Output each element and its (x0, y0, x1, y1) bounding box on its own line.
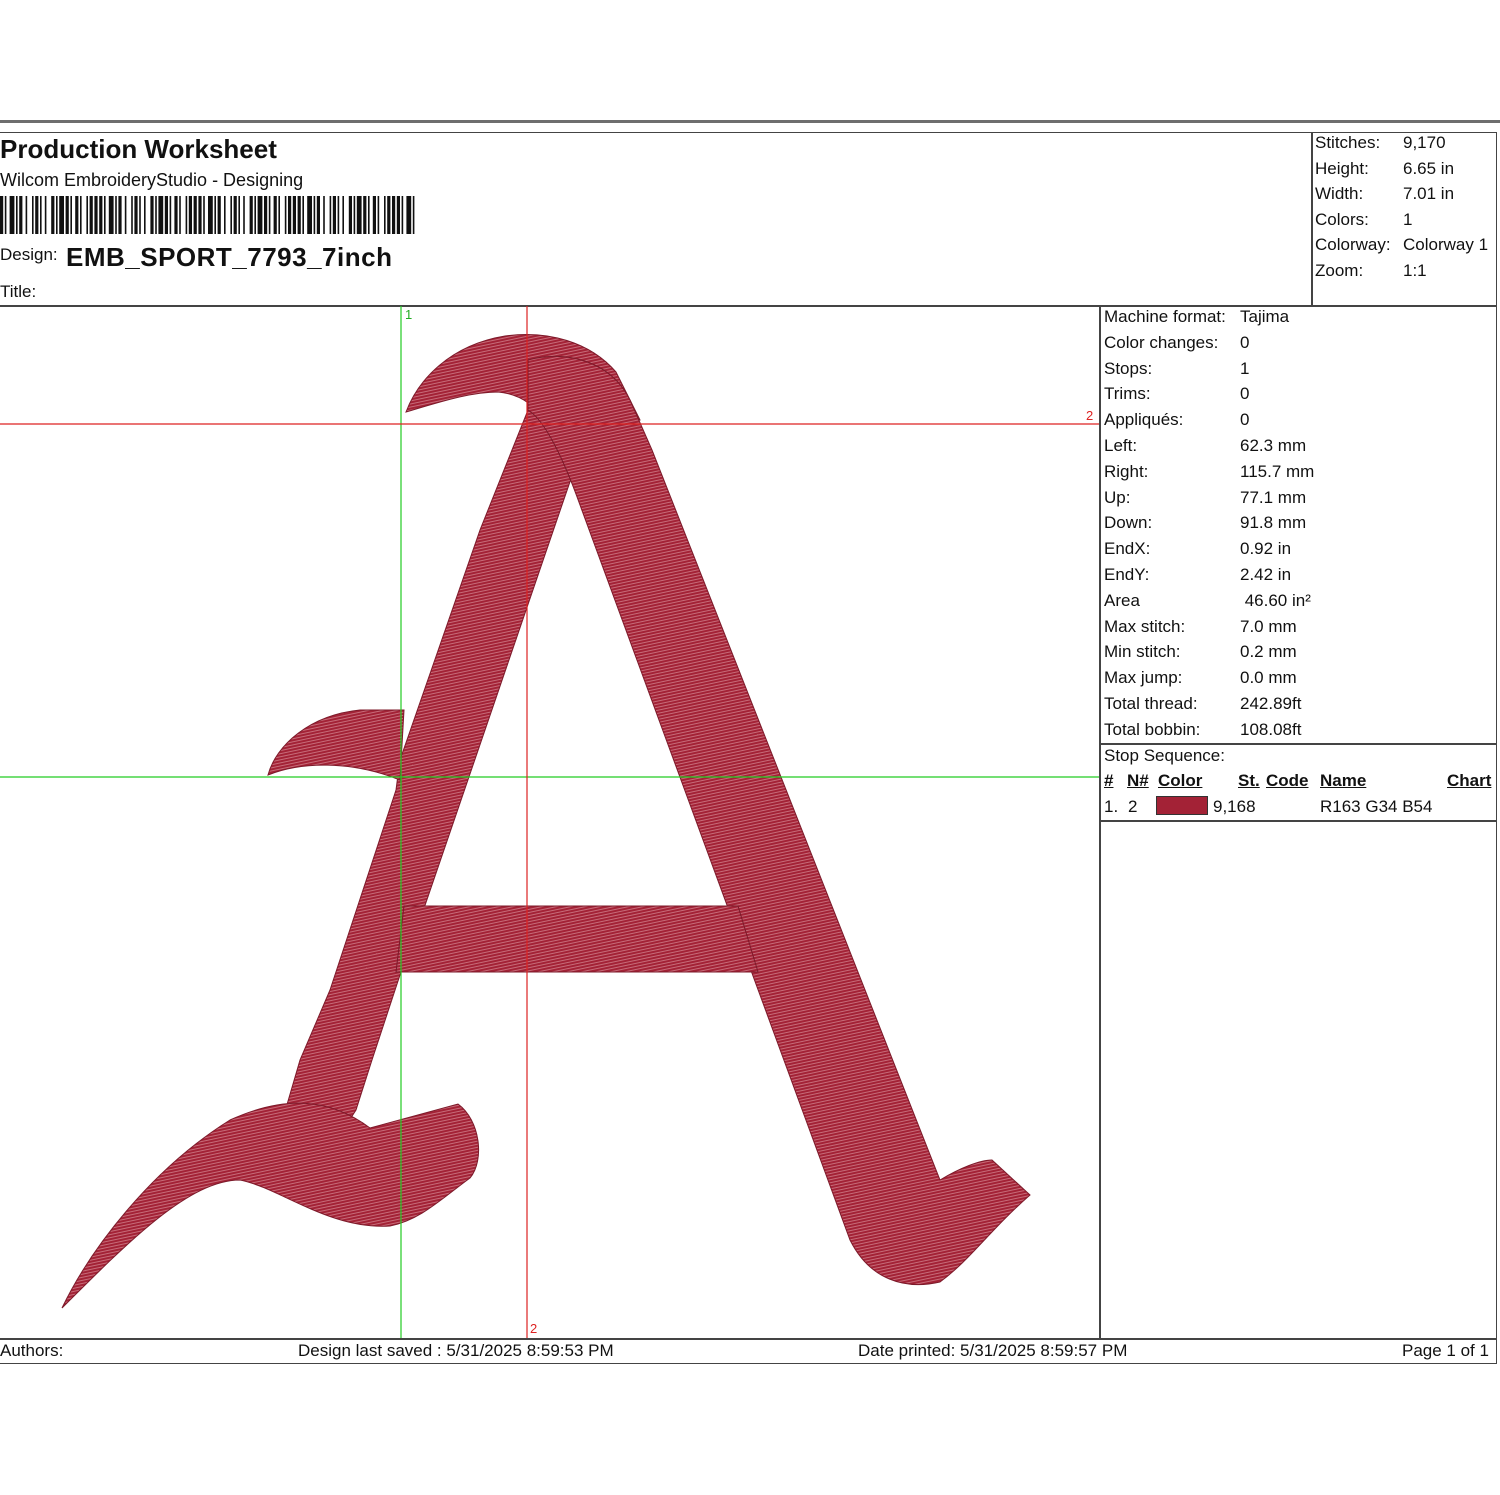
col-header-stitches: St. (1238, 771, 1260, 790)
stop-row-stitches: 9,168 (1213, 797, 1256, 816)
col-header-color: Color (1158, 771, 1203, 790)
stop-row-num: 1. (1104, 797, 1119, 816)
footer-page: Page 1 of 1 (1402, 1341, 1489, 1360)
page-top-rule (0, 120, 1500, 123)
left-spur (267, 709, 405, 781)
stop-row-divider (1100, 820, 1497, 822)
stats-divider (1311, 132, 1313, 306)
footer-last-saved: Design last saved : 5/31/2025 8:59:53 PM (298, 1341, 614, 1360)
col-header-code: Code (1266, 771, 1309, 790)
letter-a-design (61, 334, 1031, 1309)
info-panel-divider (1099, 306, 1101, 1338)
barcode (0, 196, 415, 234)
col-header-num: # (1104, 771, 1114, 790)
stop-row-name: R163 G34 B54 (1320, 797, 1433, 816)
right-thick-stroke (527, 355, 1031, 1286)
footer-date-printed: Date printed: 5/31/2025 8:59:57 PM (858, 1341, 1128, 1360)
guide-label-red-bottom: 2 (530, 1321, 537, 1336)
embroidery-preview: 1 2 2 (0, 306, 1099, 1338)
design-name: EMB_SPORT_7793_7inch (66, 242, 393, 272)
stop-row-needle: 2 (1128, 797, 1138, 816)
stop-row-color-swatch (1156, 796, 1208, 815)
col-header-name: Name (1320, 771, 1367, 790)
stop-sequence-label: Stop Sequence: (1104, 746, 1225, 765)
guide-label-green-top: 1 (405, 307, 412, 322)
app-name: Wilcom EmbroideryStudio - Designing (0, 170, 304, 190)
bottom-swash (61, 1102, 480, 1309)
title-label: Title: (0, 282, 37, 301)
stop-sequence-divider (1100, 743, 1497, 745)
col-header-needle: N# (1127, 771, 1149, 790)
left-thin-stroke (285, 409, 575, 1151)
col-header-chart: Chart (1447, 771, 1492, 790)
guide-label-red-right: 2 (1086, 408, 1093, 423)
worksheet-title: Production Worksheet (0, 134, 277, 164)
design-preview: 1 2 2 (0, 306, 1099, 1338)
footer-authors: Authors: (0, 1341, 64, 1360)
footer-divider (0, 1338, 1497, 1340)
design-label: Design: (0, 245, 58, 264)
crossbar (395, 905, 759, 973)
